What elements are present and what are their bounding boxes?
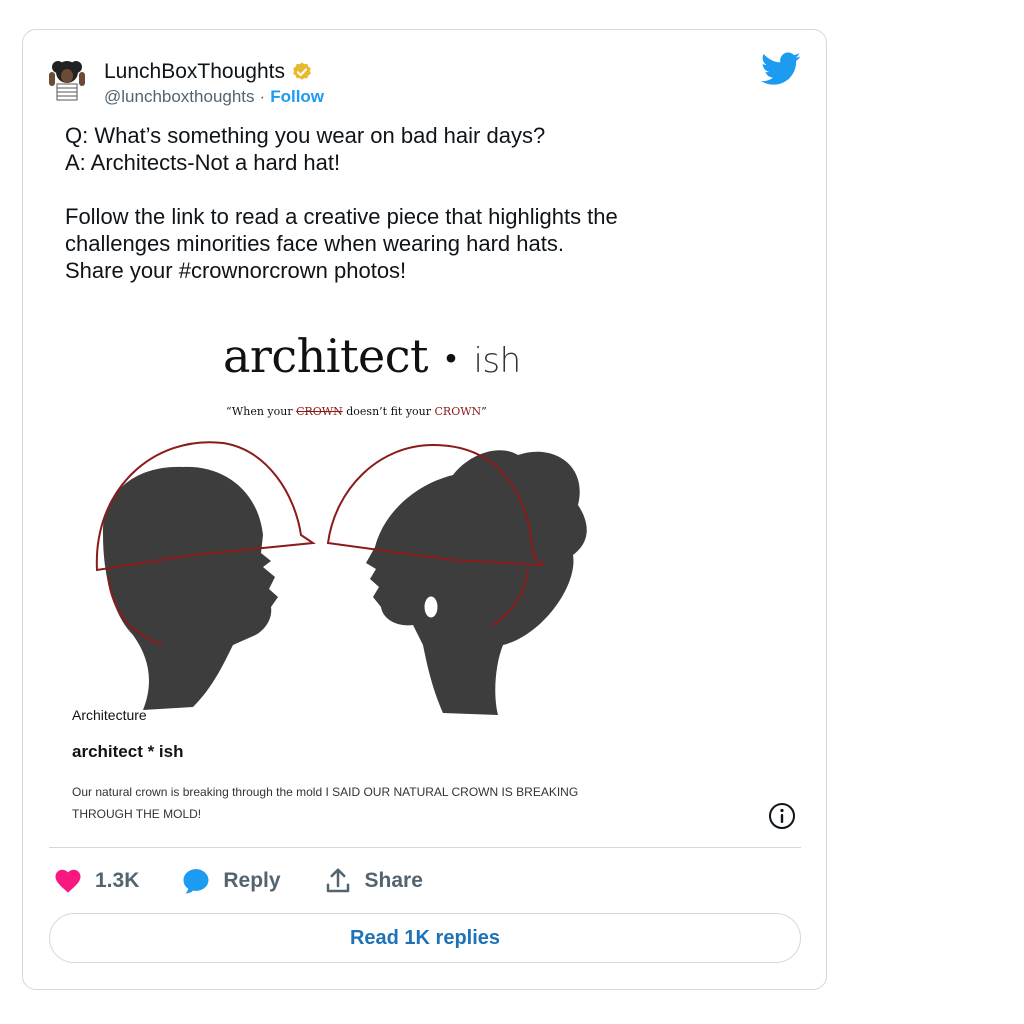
verified-badge-icon bbox=[293, 62, 311, 80]
tweet-line: Follow the link to read a creative piece… bbox=[65, 204, 618, 229]
handle-separator: · bbox=[259, 87, 266, 106]
author-display-name[interactable]: LunchBoxThoughts bbox=[104, 60, 285, 84]
avatar[interactable] bbox=[45, 58, 89, 102]
twitter-bird-icon[interactable] bbox=[761, 52, 801, 86]
share-button[interactable]: Share bbox=[323, 866, 423, 896]
reply-label: Reply bbox=[223, 869, 281, 892]
action-bar: 1.3K Reply Share bbox=[53, 866, 465, 896]
reply-bubble-icon bbox=[183, 869, 209, 894]
woman-silhouette bbox=[366, 450, 587, 715]
man-silhouette bbox=[102, 466, 279, 710]
reply-button[interactable]: Reply bbox=[181, 866, 281, 896]
link-preview-image[interactable]: architect • ish “When your CROWN doesn’t… bbox=[73, 315, 593, 715]
silhouettes-illustration bbox=[95, 441, 587, 715]
share-label: Share bbox=[364, 869, 423, 892]
tweet-card: LunchBoxThoughts @lunchboxthoughts · Fol… bbox=[22, 29, 827, 990]
link-title[interactable]: architect * ish bbox=[72, 742, 184, 762]
tweet-line: Q: What’s something you wear on bad hair… bbox=[65, 123, 546, 148]
author-handle[interactable]: @lunchboxthoughts bbox=[104, 87, 255, 107]
tweet-line: challenges minorities face when wearing … bbox=[65, 231, 564, 256]
tweet-line: Share your #crownorcrown photos! bbox=[65, 258, 407, 283]
like-button[interactable]: 1.3K bbox=[53, 866, 139, 896]
follow-button[interactable]: Follow bbox=[270, 87, 324, 107]
author-handle-row: @lunchboxthoughts · Follow bbox=[104, 87, 324, 107]
link-description: Our natural crown is breaking through th… bbox=[72, 785, 579, 821]
author-name-row[interactable]: LunchBoxThoughts bbox=[104, 60, 313, 84]
read-replies-button[interactable]: Read 1K replies bbox=[49, 913, 801, 963]
like-count: 1.3K bbox=[95, 869, 140, 892]
tweet-text: Q: What’s something you wear on bad hair… bbox=[65, 122, 765, 284]
share-icon bbox=[326, 868, 349, 893]
divider bbox=[49, 847, 801, 848]
info-icon[interactable] bbox=[768, 802, 796, 830]
heart-icon bbox=[55, 869, 81, 893]
link-category: Architecture bbox=[72, 707, 147, 723]
tweet-line: A: Architects-Not a hard hat! bbox=[65, 150, 341, 175]
